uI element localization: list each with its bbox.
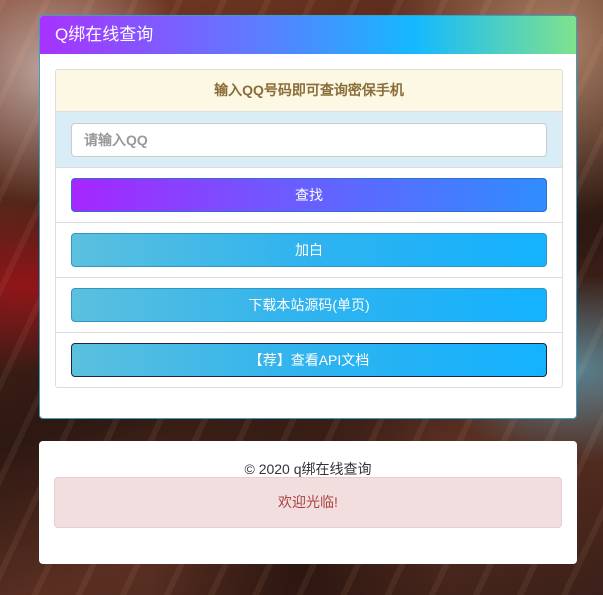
search-button-row: 查找	[56, 167, 562, 222]
add-white-button[interactable]: 加白	[71, 233, 547, 267]
instruction-notice: 输入QQ号码即可查询密保手机	[56, 70, 562, 111]
footer-panel: © 2020 q绑在线查询 欢迎光临!	[39, 441, 577, 564]
download-source-button[interactable]: 下载本站源码(单页)	[71, 288, 547, 322]
qq-input-row	[56, 111, 562, 167]
query-list: 输入QQ号码即可查询密保手机 查找 加白 下载本站源码(单页) 【荐】查看API…	[55, 69, 563, 388]
download-source-button-row: 下载本站源码(单页)	[56, 277, 562, 332]
api-docs-button[interactable]: 【荐】查看API文档	[71, 343, 547, 377]
search-button[interactable]: 查找	[71, 178, 547, 212]
api-docs-button-row: 【荐】查看API文档	[56, 332, 562, 387]
qq-number-input[interactable]	[71, 123, 547, 157]
copyright-text: © 2020 q绑在线查询	[244, 461, 372, 477]
add-white-button-row: 加白	[56, 222, 562, 277]
query-panel: Q绑在线查询 输入QQ号码即可查询密保手机 查找 加白 下载本站源码(单页) 【…	[39, 15, 577, 419]
welcome-alert: 欢迎光临!	[54, 477, 562, 528]
page-title: Q绑在线查询	[40, 16, 576, 54]
